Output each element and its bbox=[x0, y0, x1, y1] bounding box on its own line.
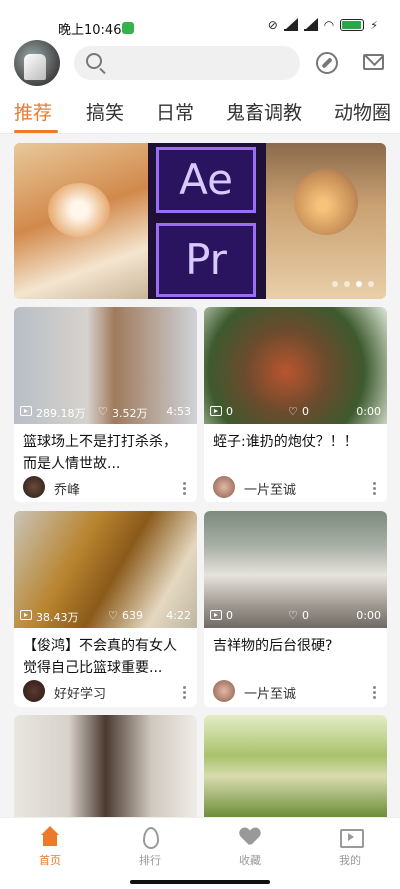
heart-icon bbox=[239, 826, 261, 848]
like-count: 639 bbox=[122, 609, 143, 622]
mail-icon[interactable] bbox=[363, 54, 384, 70]
nav-label: 我的 bbox=[339, 854, 361, 867]
carousel-dots bbox=[332, 281, 374, 287]
signal-icon-2 bbox=[303, 17, 318, 31]
like-count: 0 bbox=[302, 609, 309, 622]
video-card[interactable]: 0 ♡ 0 0:00 蛭子:谁扔的炮仗？！！ 一片至诚 bbox=[204, 307, 387, 502]
category-tabs: 推荐 搞笑 日常 鬼畜调教 动物圈 bbox=[0, 90, 400, 134]
video-title[interactable]: 篮球场上不是打打杀杀，而是人情世故... bbox=[23, 431, 189, 475]
view-count: 0 bbox=[226, 405, 233, 418]
carousel-dot[interactable] bbox=[332, 281, 338, 287]
more-options-icon[interactable] bbox=[183, 686, 187, 700]
video-thumbnail[interactable] bbox=[14, 715, 197, 817]
status-time: 晚上10:46 bbox=[58, 23, 122, 38]
play-count-icon bbox=[20, 406, 32, 416]
video-stats: 38.43万 ♡ 639 4:22 bbox=[20, 609, 191, 625]
notification-icon bbox=[122, 22, 134, 34]
view-count: 289.18万 bbox=[36, 407, 86, 420]
author-name[interactable]: 一片至诚 bbox=[244, 479, 296, 498]
ae-logo: Ae bbox=[156, 147, 256, 213]
tab-recommend[interactable]: 推荐 bbox=[14, 98, 52, 125]
view-count: 0 bbox=[226, 609, 233, 622]
top-header bbox=[0, 38, 400, 90]
signal-icon bbox=[283, 17, 298, 31]
play-count-icon bbox=[210, 406, 222, 416]
user-avatar[interactable] bbox=[14, 40, 60, 86]
carousel-dot[interactable] bbox=[368, 281, 374, 287]
nav-label: 排行 bbox=[139, 854, 161, 867]
author-name[interactable]: 好好学习 bbox=[54, 683, 106, 702]
author-name[interactable]: 乔峰 bbox=[54, 479, 80, 498]
app-screen: 晚上10:46 ⊘ ◠ ⚡ 推荐 搞笑 日常 鬼畜调教 动物圈 Ae Pr 28… bbox=[0, 0, 400, 889]
compass-icon[interactable] bbox=[316, 52, 338, 74]
author-name[interactable]: 一片至诚 bbox=[244, 683, 296, 702]
more-options-icon[interactable] bbox=[183, 482, 187, 496]
author-avatar[interactable] bbox=[213, 476, 235, 498]
like-icon: ♡ bbox=[288, 609, 298, 622]
video-card[interactable]: 0 ♡ 0 0:00 吉祥物的后台很硬? 一片至诚 bbox=[204, 511, 387, 707]
nav-label: 首页 bbox=[39, 854, 61, 867]
gesture-home-bar[interactable] bbox=[130, 880, 270, 884]
home-icon bbox=[39, 826, 61, 848]
battery-icon bbox=[340, 19, 365, 31]
video-card-partial[interactable] bbox=[14, 715, 197, 817]
nav-favorites[interactable]: 收藏 bbox=[215, 826, 285, 868]
bottom-navigation: 首页 排行 收藏 我的 bbox=[0, 817, 400, 889]
tab-animals[interactable]: 动物圈 bbox=[334, 98, 391, 125]
tab-active-indicator bbox=[14, 130, 58, 133]
video-duration: 0:00 bbox=[356, 405, 381, 418]
nav-home[interactable]: 首页 bbox=[15, 826, 85, 868]
tv-icon bbox=[339, 826, 364, 848]
video-title[interactable]: 蛭子:谁扔的炮仗？！！ bbox=[213, 431, 379, 453]
pr-logo: Pr bbox=[156, 223, 256, 297]
tab-remix[interactable]: 鬼畜调教 bbox=[226, 98, 302, 125]
banner-image-shiba bbox=[14, 143, 148, 299]
video-duration: 4:22 bbox=[166, 609, 191, 622]
video-thumbnail[interactable] bbox=[204, 715, 387, 817]
author-avatar[interactable] bbox=[213, 680, 235, 702]
like-icon: ♡ bbox=[98, 405, 108, 418]
like-count: 0 bbox=[302, 405, 309, 418]
like-count: 3.52万 bbox=[112, 407, 148, 420]
banner-carousel[interactable]: Ae Pr bbox=[14, 143, 386, 299]
status-bar: 晚上10:46 ⊘ ◠ ⚡ bbox=[0, 0, 400, 38]
status-icons: ⊘ ◠ ⚡ bbox=[267, 17, 378, 32]
video-card-partial[interactable] bbox=[204, 715, 387, 817]
video-stats: 0 ♡ 0 0:00 bbox=[210, 609, 381, 625]
search-bar[interactable] bbox=[74, 46, 300, 80]
video-title[interactable]: 【俊鸿】不会真的有女人觉得自己比篮球重要... bbox=[23, 635, 189, 679]
video-duration: 0:00 bbox=[356, 609, 381, 622]
fire-icon bbox=[139, 826, 161, 849]
carousel-dot-active[interactable] bbox=[356, 281, 362, 287]
mute-icon: ⊘ bbox=[267, 18, 278, 32]
video-stats: 289.18万 ♡ 3.52万 4:53 bbox=[20, 405, 191, 421]
wifi-icon: ◠ bbox=[323, 18, 335, 32]
like-icon: ♡ bbox=[288, 405, 298, 418]
video-stats: 0 ♡ 0 0:00 bbox=[210, 405, 381, 421]
banner-image-adobe: Ae Pr bbox=[148, 143, 266, 299]
tab-funny[interactable]: 搞笑 bbox=[86, 98, 124, 125]
more-options-icon[interactable] bbox=[373, 482, 377, 496]
nav-mine[interactable]: 我的 bbox=[315, 826, 385, 868]
nav-ranking[interactable]: 排行 bbox=[115, 826, 185, 868]
view-count: 38.43万 bbox=[36, 611, 79, 624]
video-duration: 4:53 bbox=[166, 405, 191, 418]
tab-daily[interactable]: 日常 bbox=[156, 98, 194, 125]
search-input[interactable] bbox=[114, 46, 290, 80]
charging-icon: ⚡ bbox=[370, 18, 378, 32]
nav-label: 收藏 bbox=[239, 854, 261, 867]
search-icon bbox=[86, 53, 102, 69]
banner-image-dog bbox=[266, 143, 386, 299]
video-card[interactable]: 289.18万 ♡ 3.52万 4:53 篮球场上不是打打杀杀，而是人情世故..… bbox=[14, 307, 197, 502]
author-avatar[interactable] bbox=[23, 680, 45, 702]
like-icon: ♡ bbox=[108, 609, 118, 622]
video-card[interactable]: 38.43万 ♡ 639 4:22 【俊鸿】不会真的有女人觉得自己比篮球重要..… bbox=[14, 511, 197, 707]
video-title[interactable]: 吉祥物的后台很硬? bbox=[213, 635, 379, 657]
play-count-icon bbox=[20, 610, 32, 620]
play-count-icon bbox=[210, 610, 222, 620]
author-avatar[interactable] bbox=[23, 476, 45, 498]
more-options-icon[interactable] bbox=[373, 686, 377, 700]
carousel-dot[interactable] bbox=[344, 281, 350, 287]
